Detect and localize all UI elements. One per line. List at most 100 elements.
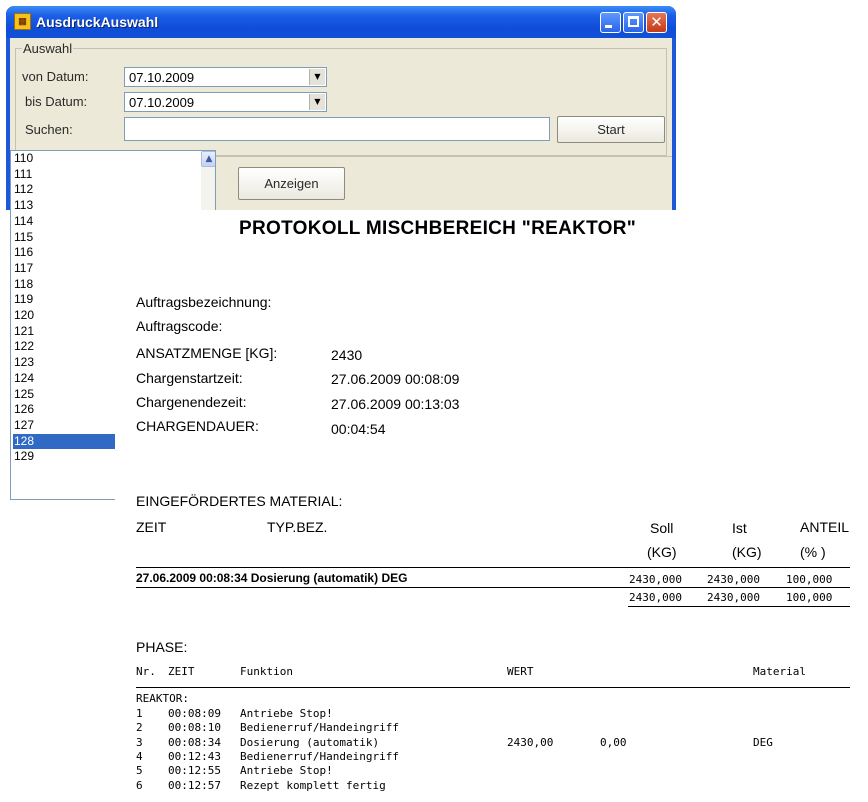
bis-datum-value: 07.10.2009	[129, 95, 195, 110]
phase-row-funktion: Bedienerruf/Handeingriff	[240, 749, 399, 763]
close-icon: ✕	[650, 13, 663, 31]
field-value: 27.06.2009 00:08:09	[331, 371, 460, 387]
von-datum-value: 07.10.2009	[129, 70, 195, 85]
chevron-down-icon[interactable]: ▼	[309, 69, 325, 85]
phase-row-material: DEG	[753, 735, 773, 749]
phase-col-wert: WERT	[507, 665, 534, 678]
field-label: ANSATZMENGE [KG]:	[136, 345, 278, 361]
scroll-up-icon[interactable]: ▲	[201, 151, 215, 167]
phase-row-wert: 2430,00	[507, 735, 554, 749]
field-label: Chargenstartzeit:	[136, 370, 243, 386]
app-icon: ▦	[14, 13, 31, 30]
phase-row-nr: 4	[136, 749, 143, 763]
material-row-soll: 2430,000	[629, 573, 682, 586]
material-col-soll: Soll	[650, 520, 674, 536]
material-row-ist: 2430,000	[707, 573, 760, 586]
list-item[interactable]: 126	[13, 402, 34, 417]
phase-row-zeit: 00:08:09	[168, 707, 221, 720]
phase-heading: PHASE:	[136, 639, 188, 655]
minimize-button[interactable]	[600, 12, 621, 33]
auswahl-group-label: Auswahl	[22, 41, 74, 56]
material-rule-mid	[136, 587, 850, 588]
field-label: Chargenendezeit:	[136, 394, 247, 410]
window-title: AusdruckAuswahl	[36, 14, 159, 30]
material-row-anteil: 100,000	[786, 573, 833, 586]
material-col-zeit: ZEIT	[136, 519, 167, 535]
field-label: CHARGENDAUER:	[136, 418, 259, 434]
phase-row-nr: 5	[136, 764, 143, 778]
material-total-anteil: 100,000	[786, 591, 833, 604]
material-unit-ist: (KG)	[732, 544, 762, 560]
phase-row-funktion: Rezept komplett fertig	[240, 778, 386, 792]
list-item[interactable]: 124	[13, 371, 34, 386]
phase-row-zeit: 00:08:10	[168, 721, 221, 735]
field-value: 00:04:54	[331, 421, 386, 437]
chevron-down-icon[interactable]: ▼	[309, 94, 325, 110]
material-row-text: 27.06.2009 00:08:34 Dosierung (automatik…	[136, 571, 408, 585]
material-heading: EINGEFÖRDERTES MATERIAL:	[136, 493, 343, 509]
minimize-icon	[605, 25, 612, 28]
list-item[interactable]: 115	[13, 230, 33, 245]
phase-col-material: Material	[753, 665, 806, 678]
close-button[interactable]: ✕	[646, 12, 667, 33]
maximize-icon	[628, 16, 639, 27]
field-value: 27.06.2009 00:13:03	[331, 396, 460, 412]
start-button[interactable]: Start	[557, 116, 665, 143]
phase-row-nr: 6	[136, 778, 143, 792]
phase-row-zeit: 00:12:57	[168, 778, 221, 792]
list-item[interactable]: 121	[13, 324, 34, 339]
phase-row-zeit: 00:08:34	[168, 735, 221, 749]
field-label: Auftragscode:	[136, 318, 223, 334]
phase-col-funktion: Funktion	[240, 665, 293, 678]
phase-row-wert2: 0,00	[600, 735, 627, 749]
anzeigen-button[interactable]: Anzeigen	[238, 167, 345, 200]
von-datum-label: von Datum:	[22, 69, 89, 84]
material-col-typ: TYP.BEZ.	[267, 519, 328, 535]
list-item[interactable]: 113	[13, 198, 33, 213]
list-item[interactable]: 117	[13, 261, 33, 276]
list-item[interactable]: 112	[13, 182, 33, 197]
phase-row-funktion: Dosierung (automatik)	[240, 735, 380, 749]
phase-row-zeit: 00:12:43	[168, 749, 221, 763]
phase-row-funktion: Bedienerruf/Handeingriff	[240, 721, 399, 735]
list-item[interactable]: 119	[13, 292, 33, 307]
material-col-anteil: ANTEIL	[800, 519, 850, 535]
material-total-ist: 2430,000	[707, 591, 760, 604]
title-bar[interactable]: ▦ AusdruckAuswahl ✕	[6, 6, 676, 38]
material-unit-soll: (KG)	[647, 544, 677, 560]
list-item[interactable]: 118	[13, 277, 33, 292]
material-unit-anteil: (% )	[800, 544, 826, 560]
phase-row-nr: 1	[136, 707, 143, 720]
field-value: 2430	[331, 347, 363, 363]
list-item[interactable]: 127	[13, 418, 34, 433]
maximize-button[interactable]	[623, 12, 644, 33]
material-rule-top	[136, 567, 850, 568]
phase-col-zeit: ZEIT	[168, 665, 195, 678]
list-item[interactable]: 123	[13, 355, 34, 370]
field-label: Auftragsbezeichnung:	[136, 294, 272, 310]
list-item[interactable]: 122	[13, 339, 34, 354]
material-col-ist: Ist	[732, 520, 747, 536]
phase-group-label: REAKTOR:	[136, 692, 189, 705]
suchen-input[interactable]	[124, 117, 550, 141]
material-total-soll: 2430,000	[629, 591, 682, 604]
phase-col-nr: Nr.	[136, 665, 156, 678]
phase-row-zeit: 00:12:55	[168, 764, 221, 778]
list-item[interactable]: 110	[13, 151, 33, 166]
von-datum-combo[interactable]: 07.10.2009 ▼	[124, 67, 327, 87]
phase-row-nr: 3	[136, 735, 143, 749]
list-item[interactable]: 111	[13, 167, 32, 182]
bis-datum-label: bis Datum:	[25, 94, 88, 109]
list-item[interactable]: 125	[13, 387, 34, 402]
suchen-label: Suchen:	[25, 122, 73, 137]
bis-datum-combo[interactable]: 07.10.2009 ▼	[124, 92, 327, 112]
list-item[interactable]: 116	[13, 245, 33, 260]
report-document: PROTOKOLL MISCHBEREICH "REAKTOR" Auftrag…	[115, 210, 868, 802]
report-title: PROTOKOLL MISCHBEREICH "REAKTOR"	[239, 218, 637, 239]
material-rule-total	[628, 606, 850, 607]
list-item[interactable]: 129	[13, 449, 34, 464]
phase-row-funktion: Antriebe Stop!	[240, 764, 333, 778]
list-item[interactable]: 120	[13, 308, 34, 323]
list-item[interactable]: 114	[13, 214, 33, 229]
phase-row-funktion: Antriebe Stop!	[240, 707, 333, 720]
